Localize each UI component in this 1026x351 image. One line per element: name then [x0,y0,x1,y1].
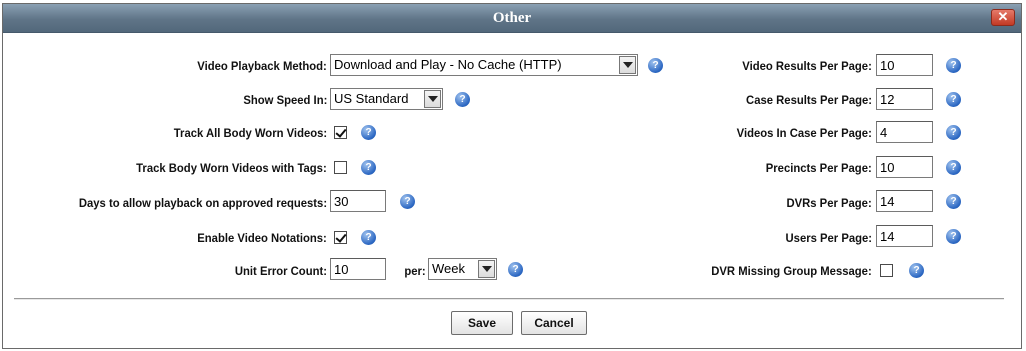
users-per-page-input[interactable]: 14 [876,225,933,247]
dvrs-per-page-input[interactable]: 14 [876,190,933,212]
precincts-per-page-label: Precincts Per Page: [766,161,872,175]
video-results-per-page-label: Video Results Per Page: [742,59,872,73]
help-icon[interactable] [455,92,470,107]
section-divider [14,298,1004,300]
videos-in-case-per-page-input[interactable]: 4 [876,121,933,143]
help-icon[interactable] [400,194,415,209]
help-icon[interactable] [946,58,961,73]
help-icon[interactable] [361,125,376,140]
track-all-body-worn-checkbox[interactable] [334,126,347,139]
help-icon[interactable] [946,229,961,244]
days-playback-input[interactable]: 30 [330,190,386,212]
track-body-worn-tags-checkbox[interactable] [334,161,347,174]
unit-error-count-input[interactable]: 10 [330,258,386,280]
video-playback-method-label: Video Playback Method: [197,59,327,73]
help-icon[interactable] [946,92,961,107]
save-button[interactable]: Save [451,311,513,335]
per-label: per: [404,264,426,278]
help-icon[interactable] [946,125,961,140]
show-speed-in-select[interactable]: US Standard [330,88,443,110]
per-period-select[interactable]: Week [428,258,497,280]
per-period-value: Week [432,261,465,276]
dvr-missing-group-message-checkbox[interactable] [880,264,893,277]
help-icon[interactable] [361,230,376,245]
precincts-per-page-input[interactable]: 10 [876,156,933,178]
chevron-down-icon [478,260,495,278]
help-icon[interactable] [361,160,376,175]
chevron-down-icon [619,56,636,74]
track-all-body-worn-label: Track All Body Worn Videos: [173,126,327,140]
dvrs-per-page-label: DVRs Per Page: [786,196,872,210]
dialog-titlebar: Other ✕ [3,4,1021,33]
help-icon[interactable] [648,58,663,73]
help-icon[interactable] [508,262,523,277]
unit-error-count-label: Unit Error Count: [234,264,327,278]
chevron-down-icon [424,90,441,108]
cancel-button[interactable]: Cancel [521,311,587,335]
help-icon[interactable] [909,263,924,278]
video-results-per-page-input[interactable]: 10 [876,54,933,76]
videos-in-case-per-page-label: Videos In Case Per Page: [736,126,872,140]
case-results-per-page-label: Case Results Per Page: [745,93,872,107]
enable-video-notations-label: Enable Video Notations: [197,231,327,245]
enable-video-notations-checkbox[interactable] [334,231,347,244]
case-results-per-page-input[interactable]: 12 [876,88,933,110]
help-icon[interactable] [946,194,961,209]
days-playback-label: Days to allow playback on approved reque… [78,196,327,210]
track-body-worn-tags-label: Track Body Worn Videos with Tags: [136,161,327,175]
users-per-page-label: Users Per Page: [785,231,872,245]
dvr-missing-group-message-label: DVR Missing Group Message: [711,264,872,278]
close-icon[interactable]: ✕ [991,9,1015,26]
dialog-title: Other [492,10,532,26]
show-speed-in-label: Show Speed In: [243,93,327,107]
video-playback-method-select[interactable]: Download and Play - No Cache (HTTP) [330,54,638,76]
show-speed-in-value: US Standard [334,91,409,106]
video-playback-method-value: Download and Play - No Cache (HTTP) [334,57,562,72]
help-icon[interactable] [946,160,961,175]
